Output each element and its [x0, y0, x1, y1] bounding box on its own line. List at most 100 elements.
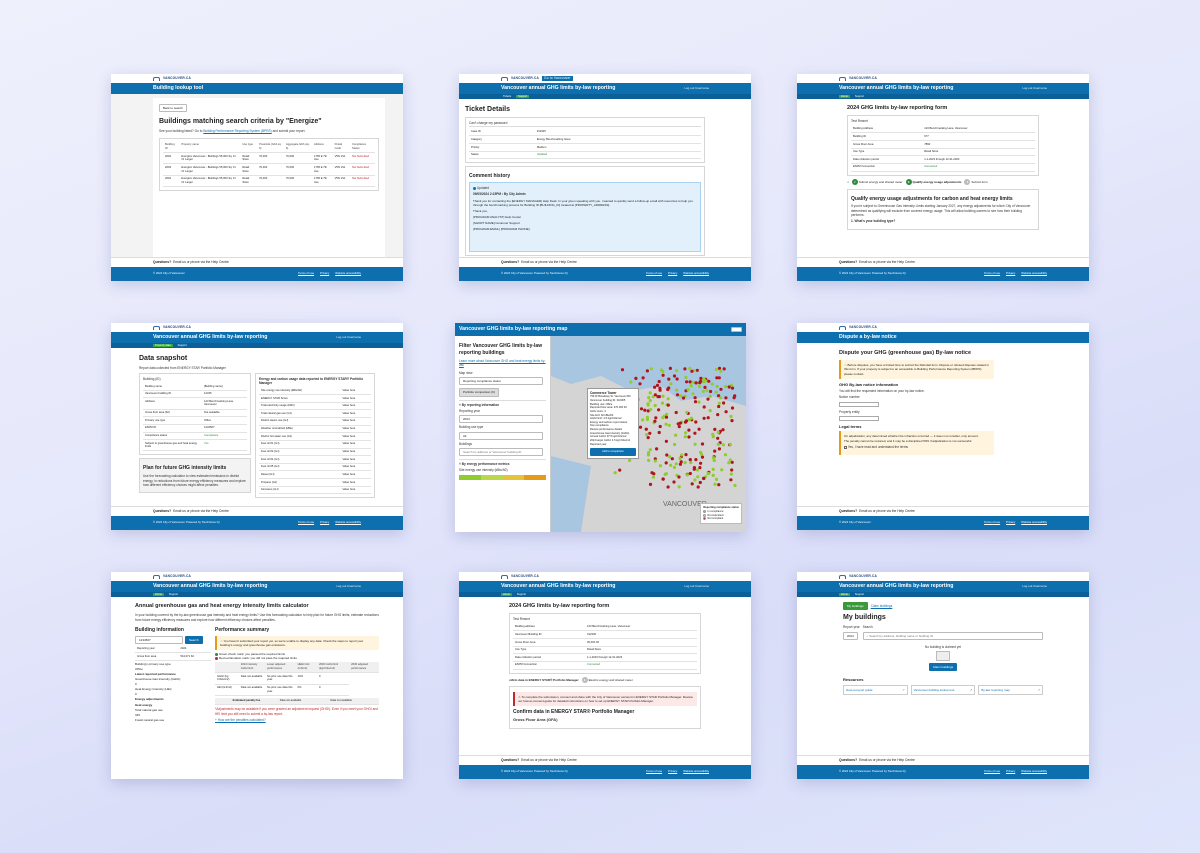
- building-marker[interactable]: [690, 369, 694, 373]
- building-marker[interactable]: [685, 380, 689, 384]
- building-marker[interactable]: [618, 468, 622, 472]
- building-marker[interactable]: [689, 416, 694, 420]
- footer-link[interactable]: Website accessibility: [335, 520, 361, 524]
- building-marker[interactable]: [651, 475, 655, 479]
- metrics-filter-toggle[interactable]: ˄ By energy performance metrics: [459, 458, 546, 466]
- footer-link[interactable]: Privacy: [1006, 271, 1015, 275]
- nav-tab[interactable]: Home: [839, 592, 850, 597]
- building-marker[interactable]: [649, 408, 653, 412]
- resource-link[interactable]: By-law reporting map ↗: [978, 684, 1043, 695]
- nav-tab[interactable]: Support: [853, 95, 866, 99]
- add-to-comparison-button[interactable]: Add to comparison: [590, 448, 636, 456]
- building-marker[interactable]: [647, 458, 651, 462]
- building-marker[interactable]: [720, 468, 724, 472]
- building-marker[interactable]: [700, 442, 705, 446]
- building-marker[interactable]: [648, 482, 653, 486]
- building-marker[interactable]: [689, 460, 693, 465]
- search-button[interactable]: Search: [185, 635, 203, 644]
- nav-tab[interactable]: Support: [176, 344, 189, 348]
- building-marker[interactable]: [645, 433, 649, 437]
- building-marker[interactable]: [647, 396, 651, 400]
- building-marker[interactable]: [665, 412, 669, 416]
- building-marker[interactable]: [654, 416, 658, 420]
- building-marker[interactable]: [664, 422, 668, 426]
- building-marker[interactable]: [668, 366, 672, 370]
- building-marker[interactable]: [666, 403, 670, 407]
- building-marker[interactable]: [727, 461, 731, 465]
- building-marker[interactable]: [724, 396, 728, 400]
- building-marker[interactable]: [673, 442, 677, 447]
- building-search-input[interactable]: Search by address or Vancouver building …: [459, 447, 543, 456]
- building-marker[interactable]: [646, 436, 650, 440]
- building-marker[interactable]: [717, 401, 721, 405]
- building-marker[interactable]: [674, 410, 678, 415]
- building-marker[interactable]: [706, 416, 710, 420]
- building-marker[interactable]: [656, 395, 660, 399]
- step-label[interactable]: Manager: [847, 180, 849, 184]
- building-marker[interactable]: [716, 436, 720, 440]
- building-marker[interactable]: [667, 455, 672, 459]
- building-marker[interactable]: [702, 476, 706, 480]
- building-marker[interactable]: [714, 477, 719, 481]
- building-marker[interactable]: [664, 461, 668, 465]
- building-marker[interactable]: [678, 462, 682, 466]
- building-marker[interactable]: [705, 388, 709, 392]
- building-marker[interactable]: [717, 404, 721, 409]
- building-marker[interactable]: [684, 375, 688, 379]
- building-marker[interactable]: [674, 433, 678, 437]
- building-marker[interactable]: [717, 447, 721, 451]
- building-marker[interactable]: [723, 453, 728, 457]
- footer-link[interactable]: Privacy: [1006, 520, 1015, 524]
- building-marker[interactable]: [661, 394, 665, 398]
- building-marker[interactable]: [683, 435, 687, 439]
- footer-link[interactable]: Website accessibility: [683, 271, 709, 275]
- building-marker[interactable]: [653, 393, 657, 397]
- building-marker[interactable]: [693, 396, 697, 400]
- building-marker[interactable]: [730, 468, 734, 472]
- building-marker[interactable]: [665, 453, 669, 457]
- resource-link[interactable]: Vancouver building lookup tool ↗: [910, 684, 976, 695]
- portfolio-comparison-button[interactable]: Portfolio comparison (0): [459, 388, 499, 397]
- bylaw-info-link[interactable]: Learn more about Vancouver GHG and heat …: [459, 359, 546, 368]
- building-marker[interactable]: [713, 482, 717, 486]
- nav-tab[interactable]: Support: [853, 593, 866, 597]
- building-marker[interactable]: [712, 458, 716, 463]
- footer-link[interactable]: Privacy: [1006, 769, 1015, 773]
- building-marker[interactable]: [729, 478, 733, 482]
- building-marker[interactable]: [728, 442, 732, 446]
- building-marker[interactable]: [649, 367, 653, 371]
- building-marker[interactable]: [628, 458, 632, 462]
- building-marker[interactable]: [702, 416, 706, 420]
- building-marker[interactable]: [648, 431, 652, 435]
- building-marker[interactable]: [696, 475, 700, 479]
- building-marker[interactable]: [719, 369, 723, 373]
- eui-histogram[interactable]: [459, 474, 546, 480]
- bprs-link[interactable]: Building Performance Reporting System (B…: [203, 129, 271, 133]
- resource-link[interactable]: How-to-report guide ↗: [843, 684, 908, 695]
- building-marker[interactable]: [724, 384, 728, 389]
- building-marker[interactable]: [648, 391, 652, 395]
- building-marker[interactable]: [716, 413, 720, 417]
- building-marker[interactable]: [695, 468, 700, 472]
- footer-link[interactable]: Terms of use: [646, 769, 662, 773]
- building-marker[interactable]: [729, 472, 733, 476]
- building-marker[interactable]: [681, 396, 686, 400]
- building-marker[interactable]: [689, 384, 693, 388]
- building-marker[interactable]: [675, 393, 680, 397]
- building-marker[interactable]: [653, 459, 657, 463]
- footer-link[interactable]: Terms of use: [298, 271, 314, 275]
- building-marker[interactable]: [700, 455, 705, 459]
- nav-tab[interactable]: Home: [839, 94, 850, 99]
- building-marker[interactable]: [717, 483, 721, 487]
- building-marker[interactable]: [722, 401, 726, 405]
- building-marker[interactable]: [730, 386, 735, 390]
- building-marker[interactable]: [697, 400, 701, 404]
- building-marker[interactable]: [699, 461, 703, 465]
- building-marker[interactable]: [697, 427, 701, 431]
- building-marker[interactable]: [675, 377, 679, 381]
- building-marker[interactable]: [613, 471, 617, 475]
- building-marker[interactable]: [685, 473, 689, 477]
- building-marker[interactable]: [692, 466, 696, 470]
- building-marker[interactable]: [638, 382, 642, 386]
- building-marker[interactable]: [672, 374, 677, 378]
